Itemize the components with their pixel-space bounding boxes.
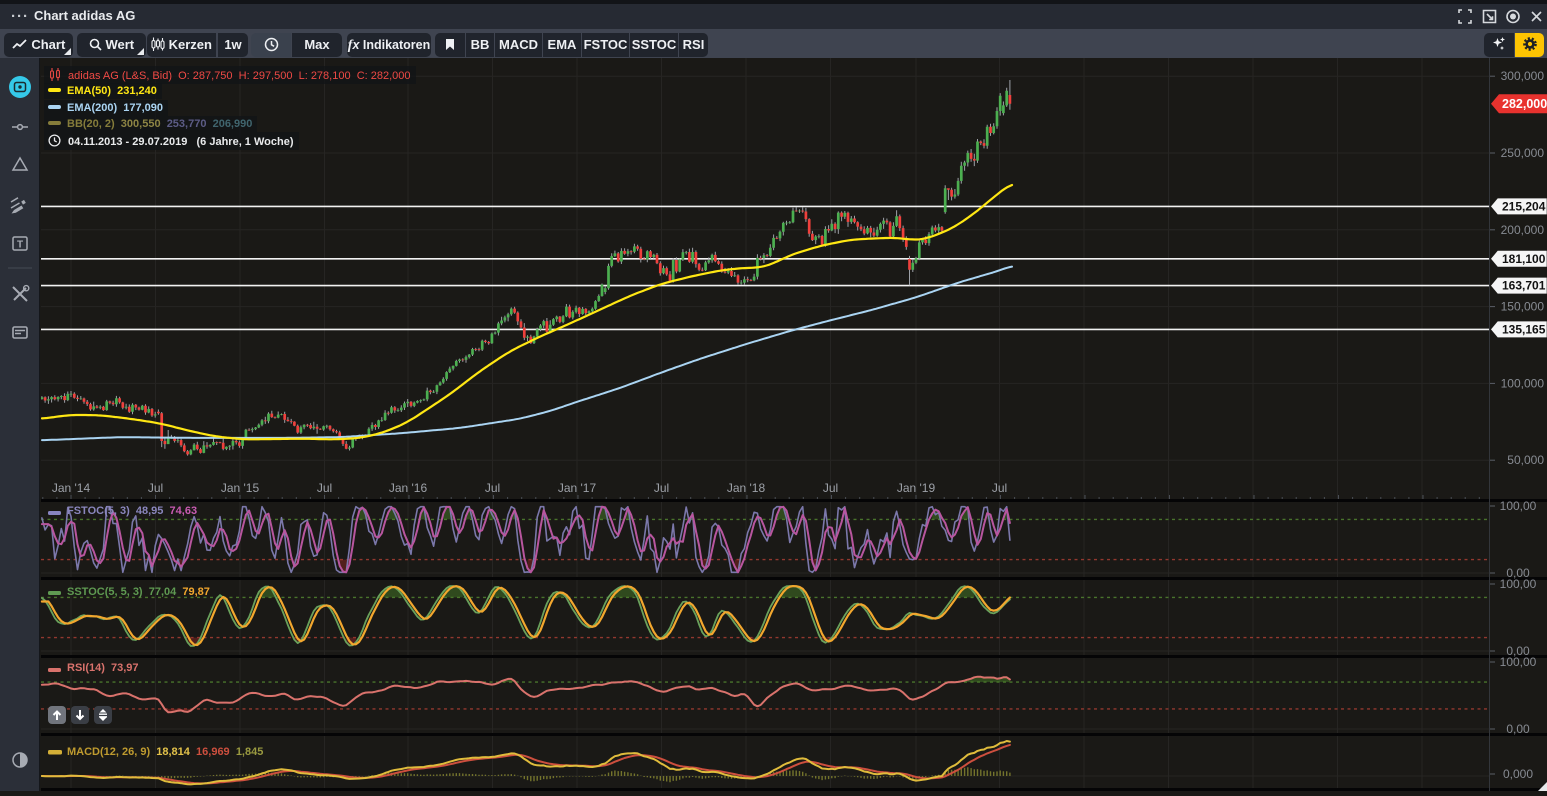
svg-text:Jul: Jul [485, 481, 500, 495]
svg-text:181,100: 181,100 [1502, 252, 1546, 266]
svg-text:163,701: 163,701 [1502, 279, 1546, 293]
svg-text:150,000: 150,000 [1501, 300, 1545, 314]
svg-text:Jul: Jul [823, 481, 838, 495]
svg-text:Jan '16: Jan '16 [389, 481, 428, 495]
svg-text:200,000: 200,000 [1501, 223, 1545, 237]
svg-text:100,000: 100,000 [1501, 376, 1545, 390]
svg-text:Jul: Jul [317, 481, 332, 495]
svg-text:300,000: 300,000 [1501, 69, 1545, 83]
svg-text:100,00: 100,00 [1500, 499, 1537, 513]
svg-text:100,00: 100,00 [1500, 577, 1537, 591]
svg-text:Jan '19: Jan '19 [897, 481, 936, 495]
svg-text:Jan '18: Jan '18 [727, 481, 766, 495]
svg-text:Jan '17: Jan '17 [558, 481, 597, 495]
svg-text:Jul: Jul [654, 481, 669, 495]
svg-text:Jan '14: Jan '14 [52, 481, 91, 495]
svg-text:50,000: 50,000 [1507, 453, 1544, 467]
svg-text:135,165: 135,165 [1502, 322, 1546, 336]
svg-text:0,00: 0,00 [1506, 722, 1530, 736]
svg-text:250,000: 250,000 [1501, 146, 1545, 160]
svg-text:Jul: Jul [148, 481, 163, 495]
svg-text:Jan '15: Jan '15 [221, 481, 260, 495]
svg-text:Jul: Jul [992, 481, 1007, 495]
svg-text:215,204: 215,204 [1502, 199, 1546, 213]
svg-text:0,000: 0,000 [1503, 767, 1533, 781]
svg-text:282,000: 282,000 [1502, 97, 1547, 111]
svg-text:100,00: 100,00 [1500, 655, 1537, 669]
